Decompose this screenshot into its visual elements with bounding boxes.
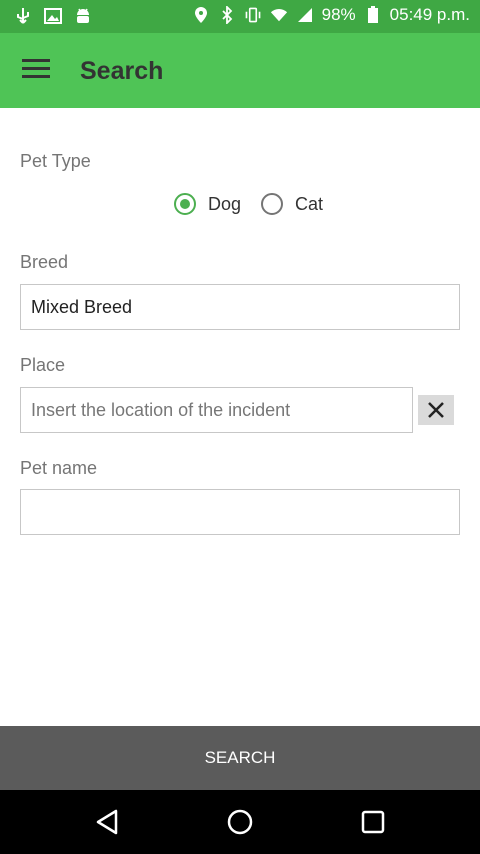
radio-dog-label: Dog xyxy=(208,193,242,214)
android-icon xyxy=(74,7,92,25)
radio-cat[interactable]: Cat xyxy=(261,193,323,215)
page-title: Search xyxy=(80,57,164,85)
close-icon xyxy=(428,402,444,418)
battery-percent: 98% xyxy=(321,5,356,24)
clear-place-button[interactable] xyxy=(418,395,454,425)
status-bar: 98% 05:49 p.m. xyxy=(0,0,480,33)
menu-icon xyxy=(22,59,50,62)
location-icon xyxy=(192,6,210,24)
signal-icon xyxy=(296,6,314,24)
place-input[interactable] xyxy=(20,387,413,433)
navigation-bar xyxy=(0,790,480,854)
app-bar: Search xyxy=(0,33,480,108)
breed-label: Breed xyxy=(20,252,69,272)
back-icon[interactable] xyxy=(93,808,121,836)
recents-icon[interactable] xyxy=(359,808,387,836)
pet-type-radio-group: Dog Cat xyxy=(174,193,343,215)
pet-name-input[interactable] xyxy=(20,489,460,535)
battery-icon xyxy=(364,6,382,24)
radio-dog[interactable]: Dog xyxy=(174,193,241,215)
place-label: Place xyxy=(20,355,66,375)
breed-input[interactable] xyxy=(20,284,460,330)
pet-name-label: Pet name xyxy=(20,458,98,478)
menu-button[interactable] xyxy=(22,59,50,81)
pet-type-label: Pet Type xyxy=(20,151,91,171)
clock: 05:49 p.m. xyxy=(389,5,470,24)
vibrate-icon xyxy=(244,6,262,24)
image-icon xyxy=(44,7,62,25)
radio-unchecked-icon xyxy=(261,193,284,215)
bluetooth-icon xyxy=(218,6,236,24)
home-icon[interactable] xyxy=(226,808,254,836)
radio-cat-label: Cat xyxy=(295,193,324,214)
wifi-icon xyxy=(270,6,288,24)
search-button[interactable]: SEARCH xyxy=(0,726,480,790)
usb-icon xyxy=(14,7,32,25)
radio-checked-icon xyxy=(174,193,196,215)
